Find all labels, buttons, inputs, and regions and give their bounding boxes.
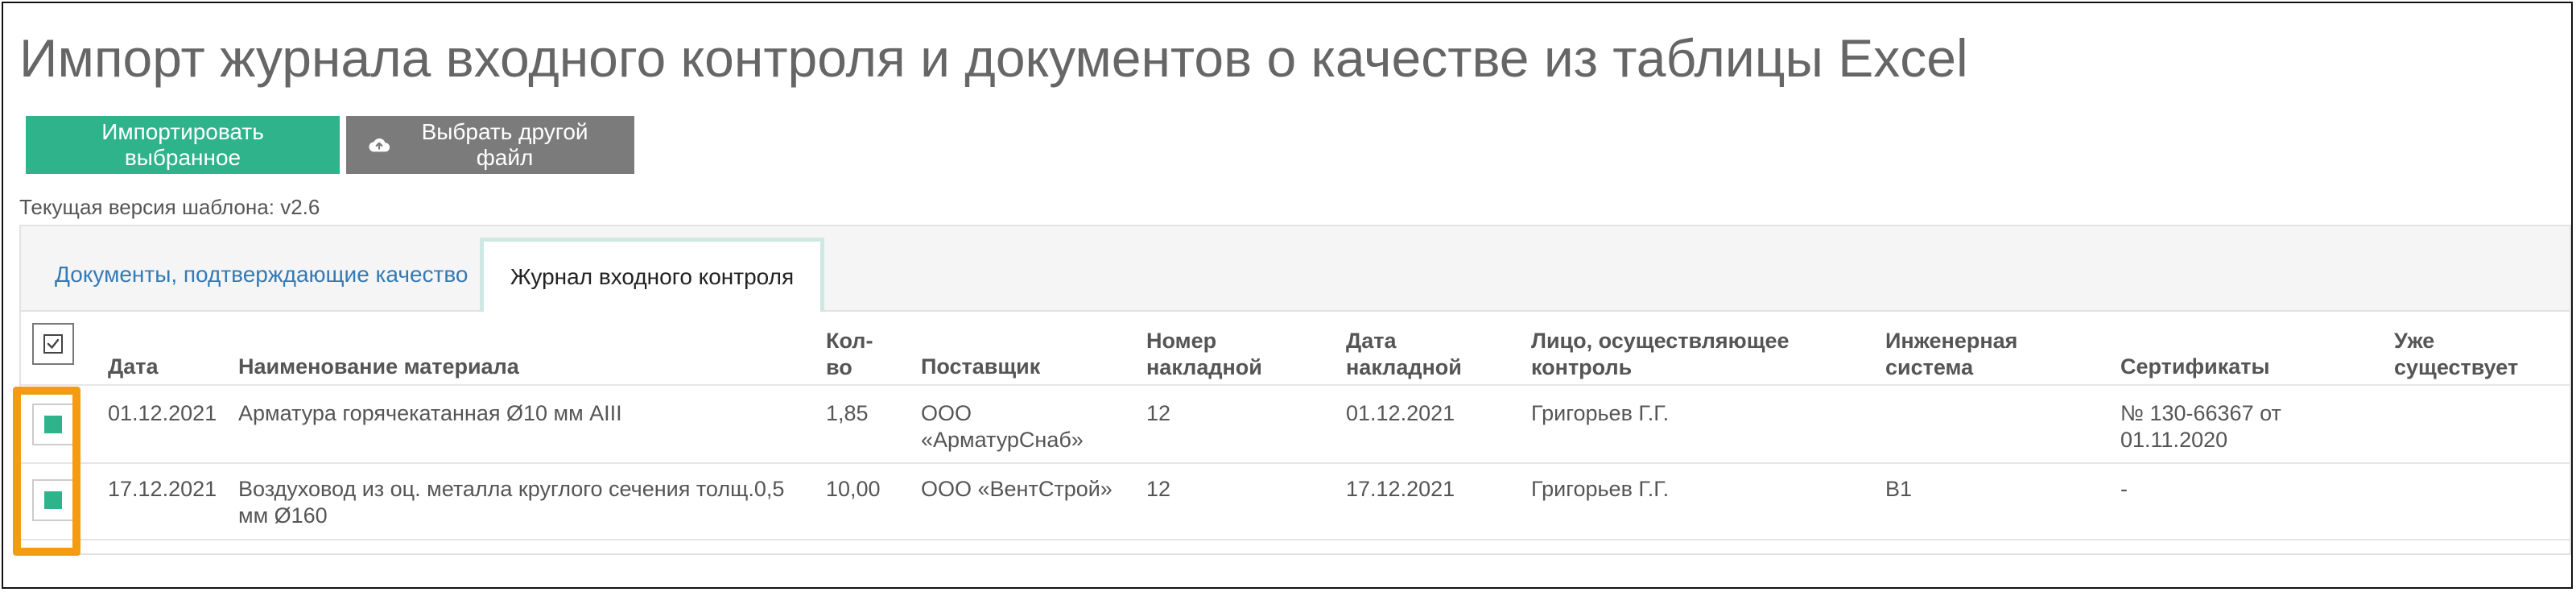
row-2-inspector: Григорьев Г.Г. [1531, 477, 1670, 501]
row-1-qty: 1,85 [826, 401, 869, 425]
row-1-date: 01.12.2021 [108, 401, 217, 425]
col-header-qty-line2: во [826, 355, 852, 379]
col-header-invoice-date-line2: накладной [1346, 355, 1462, 379]
row-2-certificates-line1: - [2120, 477, 2128, 501]
col-header-certificates: Сертификаты [2120, 354, 2270, 379]
col-header-already-exists: Уже существует [2394, 328, 2518, 381]
col-header-invoice-number-line2: накладной [1146, 355, 1262, 379]
row-2-engineering-system: В1 [1885, 477, 1913, 501]
row-2-material: Воздуховод из оц. металла круглого сечен… [238, 476, 784, 529]
row-divider [21, 462, 2570, 464]
toolbar: Импортировать выбранное Выбрать другой ф… [26, 116, 634, 174]
row-2-supplier: ООО «ВентСтрой» [921, 476, 1113, 503]
col-header-inspector-line2: контроль [1531, 355, 1633, 379]
checkbox-check-icon [43, 334, 63, 354]
col-header-qty: Кол- во [826, 328, 873, 381]
col-header-material: Наименование материала [238, 354, 519, 379]
col-header-date: Дата [108, 354, 159, 379]
row-divider [21, 539, 2570, 540]
header-divider [21, 384, 2570, 386]
choose-other-file-label: Выбрать другой файл [421, 119, 588, 170]
tab-quality-documents[interactable]: Документы, подтверждающие качество [31, 238, 493, 312]
col-header-invoice-date-line1: Дата [1346, 329, 1397, 353]
checkbox-highlight-frame [13, 387, 80, 556]
row-2-invoice-date: 17.12.2021 [1346, 477, 1455, 501]
row-2-supplier-line1: ООО «ВентСтрой» [921, 477, 1113, 501]
import-selected-button[interactable]: Импортировать выбранное [26, 116, 340, 174]
col-header-engineering-system: Инженерная система [1885, 328, 2017, 381]
choose-other-file-button[interactable]: Выбрать другой файл [346, 116, 634, 174]
row-1-inspector: Григорьев Г.Г. [1531, 401, 1670, 425]
col-header-qty-line1: Кол- [826, 329, 873, 353]
tab-incoming-control-journal[interactable]: Журнал входного контроля [480, 238, 824, 312]
col-header-engineering-system-line1: Инженерная [1885, 329, 2018, 353]
row-1-certificates: № 130-66367 от 01.11.2020 [2120, 400, 2281, 453]
col-header-inspector: Лицо, осуществляющее контроль [1531, 328, 1790, 381]
tabs-bar: Документы, подтверждающие качество Журна… [21, 226, 2570, 312]
row-1-certificates-line1: № 130-66367 от [2120, 401, 2281, 425]
row-2-material-line2: мм Ø160 [238, 503, 328, 528]
col-header-already-exists-line2: существует [2394, 355, 2519, 379]
col-header-invoice-number: Номер накладной [1146, 328, 1262, 381]
row-1-invoice-number: 12 [1146, 401, 1171, 425]
col-header-engineering-system-line2: система [1885, 355, 1974, 379]
row-2-certificates: - [2120, 476, 2128, 503]
row-2-date: 17.12.2021 [108, 477, 217, 501]
row-1-material-line1: Арматура горячекатанная Ø10 мм AIII [238, 401, 622, 425]
cloud-upload-icon [369, 138, 390, 152]
col-header-inspector-line1: Лицо, осуществляющее [1531, 329, 1790, 353]
row-2-invoice-number: 12 [1146, 477, 1171, 501]
row-1-certificates-line2: 01.11.2020 [2120, 428, 2228, 452]
page-title: Импорт журнала входного контроля и докум… [19, 28, 1968, 88]
row-1-supplier: ООО «АрматурСнаб» [921, 400, 1084, 453]
select-all-checkbox[interactable] [32, 323, 74, 365]
row-1-supplier-line2: «АрматурСнаб» [921, 428, 1084, 452]
row-1-invoice-date: 01.12.2021 [1346, 401, 1455, 425]
col-header-invoice-number-line1: Номер [1146, 329, 1217, 353]
row-2-material-line1: Воздуховод из оц. металла круглого сечен… [238, 477, 785, 501]
template-version: Текущая версия шаблона: v2.6 [19, 195, 320, 219]
col-header-invoice-date: Дата накладной [1346, 328, 1462, 381]
row-1-material: Арматура горячекатанная Ø10 мм AIII [238, 400, 622, 427]
row-2-qty: 10,00 [826, 477, 881, 501]
col-header-already-exists-line1: Уже [2394, 329, 2435, 353]
import-panel: Документы, подтверждающие качество Журна… [19, 225, 2571, 555]
col-header-supplier: Поставщик [921, 354, 1041, 379]
row-1-supplier-line1: ООО [921, 401, 972, 425]
window-frame: Импорт журнала входного контроля и докум… [2, 2, 2573, 589]
